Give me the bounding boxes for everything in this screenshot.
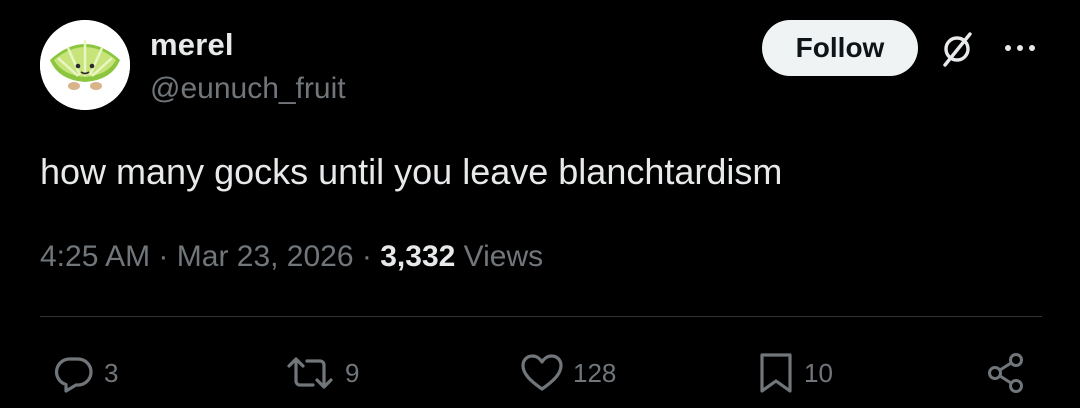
views-label: Views <box>463 240 544 273</box>
bookmark-button[interactable]: 10 <box>756 350 833 396</box>
display-name[interactable]: merel <box>150 26 234 64</box>
reply-icon <box>54 357 93 393</box>
share-icon <box>988 353 1023 393</box>
reply-count: 3 <box>104 358 119 388</box>
reply-button[interactable]: 3 <box>52 350 118 396</box>
retweet-button[interactable]: 9 <box>283 350 359 396</box>
share-button[interactable] <box>984 350 1028 396</box>
tweet-meta: 4:25 AM · Mar 23, 2026 · 3,332 Views <box>40 237 543 277</box>
tweet-time[interactable]: 4:25 AM <box>40 240 150 273</box>
tweet-text: how many gocks until you leave blanchtar… <box>40 151 783 192</box>
meta-separator: · <box>361 240 372 273</box>
follow-button[interactable]: Follow <box>762 20 918 76</box>
tweet-date[interactable]: Mar 23, 2026 <box>177 240 354 273</box>
grok-icon[interactable] <box>936 28 978 70</box>
bookmark-count: 10 <box>804 358 833 388</box>
bookmark-icon <box>760 353 792 393</box>
retweet-count: 9 <box>345 358 360 388</box>
views-count: 3,332 <box>380 240 456 273</box>
heart-icon <box>521 354 563 391</box>
like-button[interactable]: 128 <box>519 350 616 396</box>
avatar[interactable] <box>40 20 130 110</box>
lime-plush-avatar-icon <box>40 20 130 110</box>
like-count: 128 <box>573 358 617 388</box>
divider <box>40 316 1042 317</box>
more-icon[interactable] <box>1000 36 1040 60</box>
meta-separator: · <box>158 240 169 273</box>
retweet-icon <box>287 357 333 389</box>
tweet-card: merel @eunuch_fruit Follow how many gock… <box>0 0 1080 408</box>
user-handle[interactable]: @eunuch_fruit <box>150 71 346 107</box>
